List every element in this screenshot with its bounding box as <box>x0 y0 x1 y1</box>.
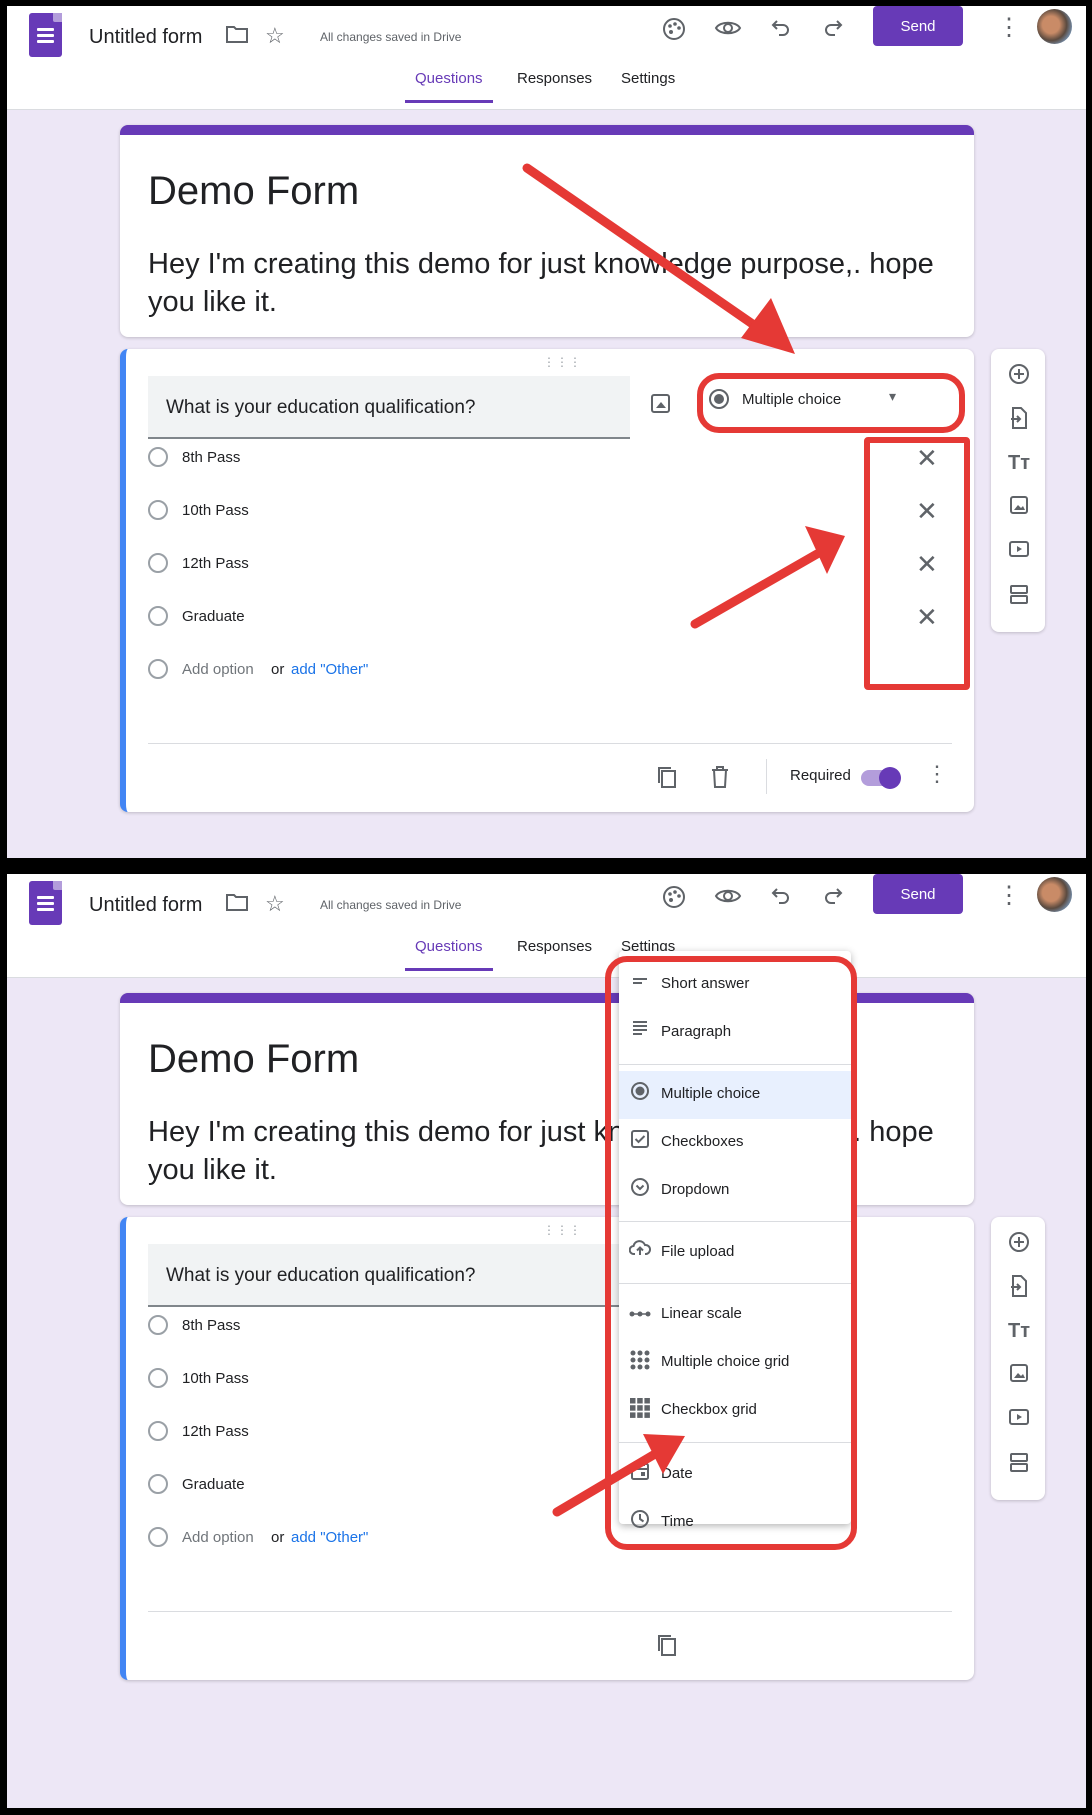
annotation-arrows <box>522 163 845 629</box>
screenshot-bottom: Untitled form ☆ All changes saved in Dri… <box>7 874 1086 1808</box>
screenshot-top: Untitled form ☆ All changes saved in Dri… <box>7 6 1086 858</box>
annotation-arrow <box>552 1434 685 1517</box>
